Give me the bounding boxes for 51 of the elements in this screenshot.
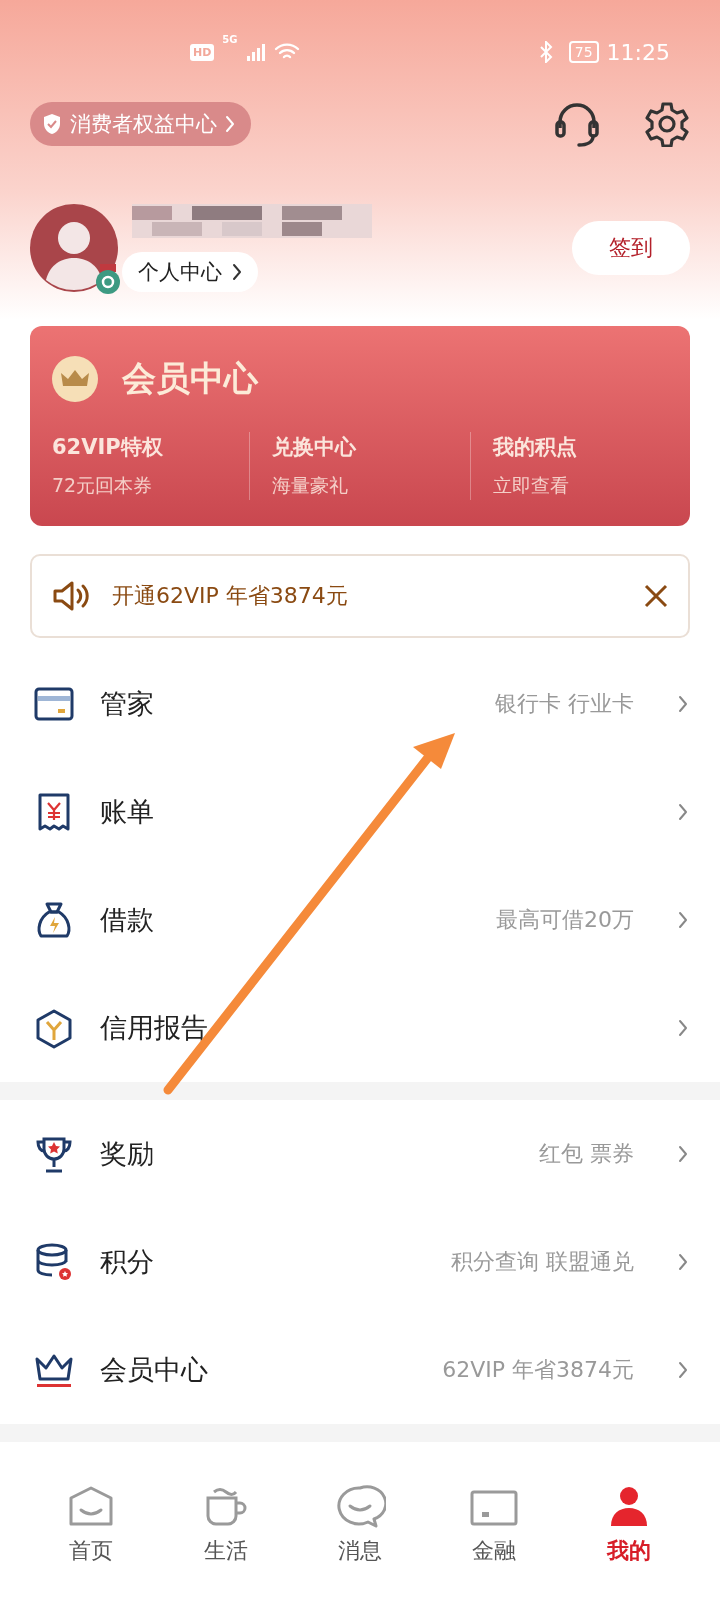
member-center-title: 会员中心 [122,357,258,400]
network-type: 5G [222,34,238,45]
clock-time: 11:25 [606,39,670,65]
hd-indicator: HD [190,43,215,61]
signal-icon [245,42,266,62]
menu-item[interactable]: 积分 积分查询 联盟通兑 [0,1208,720,1316]
menu-item[interactable]: 信用报告 [0,974,720,1082]
crown-icon [52,356,98,402]
menu-detail: 最高可借20万 [496,906,634,934]
settings-icon[interactable] [644,101,690,147]
menu-item[interactable]: 会员中心 62VIP 年省3874元 [0,1316,720,1424]
menu-item[interactable]: 借款 最高可借20万 [0,866,720,974]
speaker-icon [52,579,92,613]
menu-detail: 红包 票券 [539,1140,634,1168]
chevron-icon [678,1019,688,1037]
chat-bubble-icon [334,1484,386,1530]
menu-detail: 积分查询 联盟通兑 [451,1248,634,1276]
tab[interactable]: 金融 [427,1472,562,1600]
tab[interactable]: 消息 [292,1472,428,1600]
headset-icon[interactable] [554,100,600,148]
chevron-icon [678,1253,688,1271]
menu-detail: 银行卡 行业卡 [495,690,634,718]
menu-label: 会员中心 [100,1353,209,1387]
menu-label: 奖励 [100,1137,155,1171]
chevron-icon [678,695,688,713]
menu-item[interactable]: 管家 银行卡 行业卡 [0,650,720,758]
avatar-icon[interactable] [30,204,118,292]
personal-center-link[interactable]: 个人中心 [122,252,258,292]
menu-label: 积分 [100,1245,155,1279]
medal-icon [94,264,122,296]
bluetooth-icon [538,41,553,63]
tab[interactable]: 我的 [561,1472,697,1600]
menu-label: 信用报告 [100,1011,209,1045]
menu-item[interactable]: 账单 [0,758,720,866]
chevron-icon [232,263,242,281]
menu-label: 管家 [100,687,155,721]
battery-indicator: 75 [568,41,599,63]
menu-detail: 62VIP 年省3874元 [442,1356,634,1384]
close-icon[interactable] [644,584,668,608]
tab[interactable]: 生活 [158,1472,293,1600]
chevron-icon [678,803,688,821]
chevron-icon [225,115,235,133]
chevron-icon [678,1145,688,1163]
menu-label: 账单 [100,795,155,829]
tab[interactable]: 首页 [24,1472,159,1600]
chevron-icon [678,911,688,929]
chevron-icon [678,1361,688,1379]
shield-check-icon [42,113,62,135]
check-in-button[interactable]: 签到 [572,221,690,275]
menu-label: 借款 [100,903,155,937]
menu-item[interactable]: 奖励 红包 票券 [0,1100,720,1208]
